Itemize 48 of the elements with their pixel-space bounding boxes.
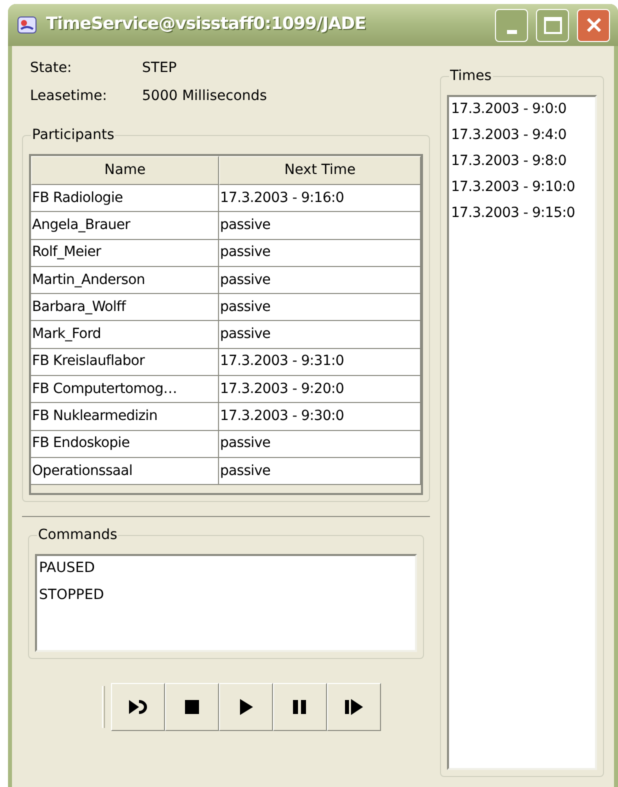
field-value: STEP xyxy=(142,59,178,78)
minimize-icon xyxy=(506,30,516,34)
field-value: 5000 Milliseconds xyxy=(142,87,268,106)
pause-button[interactable] xyxy=(273,683,327,731)
column-header[interactable]: Name xyxy=(31,156,219,185)
table-cell: FB Computertomog… xyxy=(31,376,219,404)
table-cell: passive xyxy=(219,240,421,267)
app-icon xyxy=(16,14,38,36)
table-cell: passive xyxy=(219,321,421,349)
table-cell: Barbara_Wolff xyxy=(31,294,219,322)
group-title: Participants xyxy=(31,127,116,143)
table-cell: 17.3.2003 - 9:16:0 xyxy=(219,185,421,212)
window-title: TimeService@vsisstaff0:1099/JADE xyxy=(46,13,367,36)
command-item[interactable]: PAUSED xyxy=(39,558,413,579)
field-label: State: xyxy=(30,59,73,78)
close-icon xyxy=(584,16,602,34)
table-cell: Operationssaal xyxy=(31,458,219,486)
column-header[interactable]: Next Time xyxy=(219,156,421,185)
maximize-icon xyxy=(544,16,562,34)
time-item[interactable]: 17.3.2003 - 9:4:0 xyxy=(451,125,593,146)
field-label: Leasetime: xyxy=(30,87,108,106)
table-cell: Rolf_Meier xyxy=(31,240,219,267)
table-cell: Mark_Ford xyxy=(31,321,219,349)
table-cell: FB Endoskopie xyxy=(31,430,219,458)
stop-button[interactable] xyxy=(165,683,219,731)
table-cell: FB Kreislauflabor xyxy=(31,348,219,376)
time-item[interactable]: 17.3.2003 - 9:0:0 xyxy=(451,99,593,120)
step-forward-icon xyxy=(343,696,365,718)
time-item[interactable]: 17.3.2003 - 9:8:0 xyxy=(451,151,593,172)
table-cell: passive xyxy=(219,266,421,294)
table-cell: FB Radiologie xyxy=(31,185,219,212)
time-item[interactable]: 17.3.2003 - 9:10:0 xyxy=(451,177,593,198)
command-item[interactable]: STOPPED xyxy=(39,585,413,606)
table-cell: FB Nuklearmedizin xyxy=(31,403,219,431)
time-item[interactable]: 17.3.2003 - 9:15:0 xyxy=(451,203,593,224)
table-cell: Angela_Brauer xyxy=(31,212,219,240)
table-cell: passive xyxy=(219,212,421,240)
table-cell: 17.3.2003 - 9:30:0 xyxy=(219,403,421,431)
table-cell: passive xyxy=(219,430,421,458)
table-cell: 17.3.2003 - 9:20:0 xyxy=(219,376,421,404)
step-forward-button[interactable] xyxy=(327,683,381,731)
table-cell: passive xyxy=(219,294,421,322)
table-cell: Martin_Anderson xyxy=(31,266,219,294)
close-button[interactable] xyxy=(577,8,610,42)
table-cell: 17.3.2003 - 9:31:0 xyxy=(219,348,421,376)
table-cell: passive xyxy=(219,458,421,486)
play-button[interactable] xyxy=(219,683,273,731)
step-button[interactable] xyxy=(111,683,165,731)
